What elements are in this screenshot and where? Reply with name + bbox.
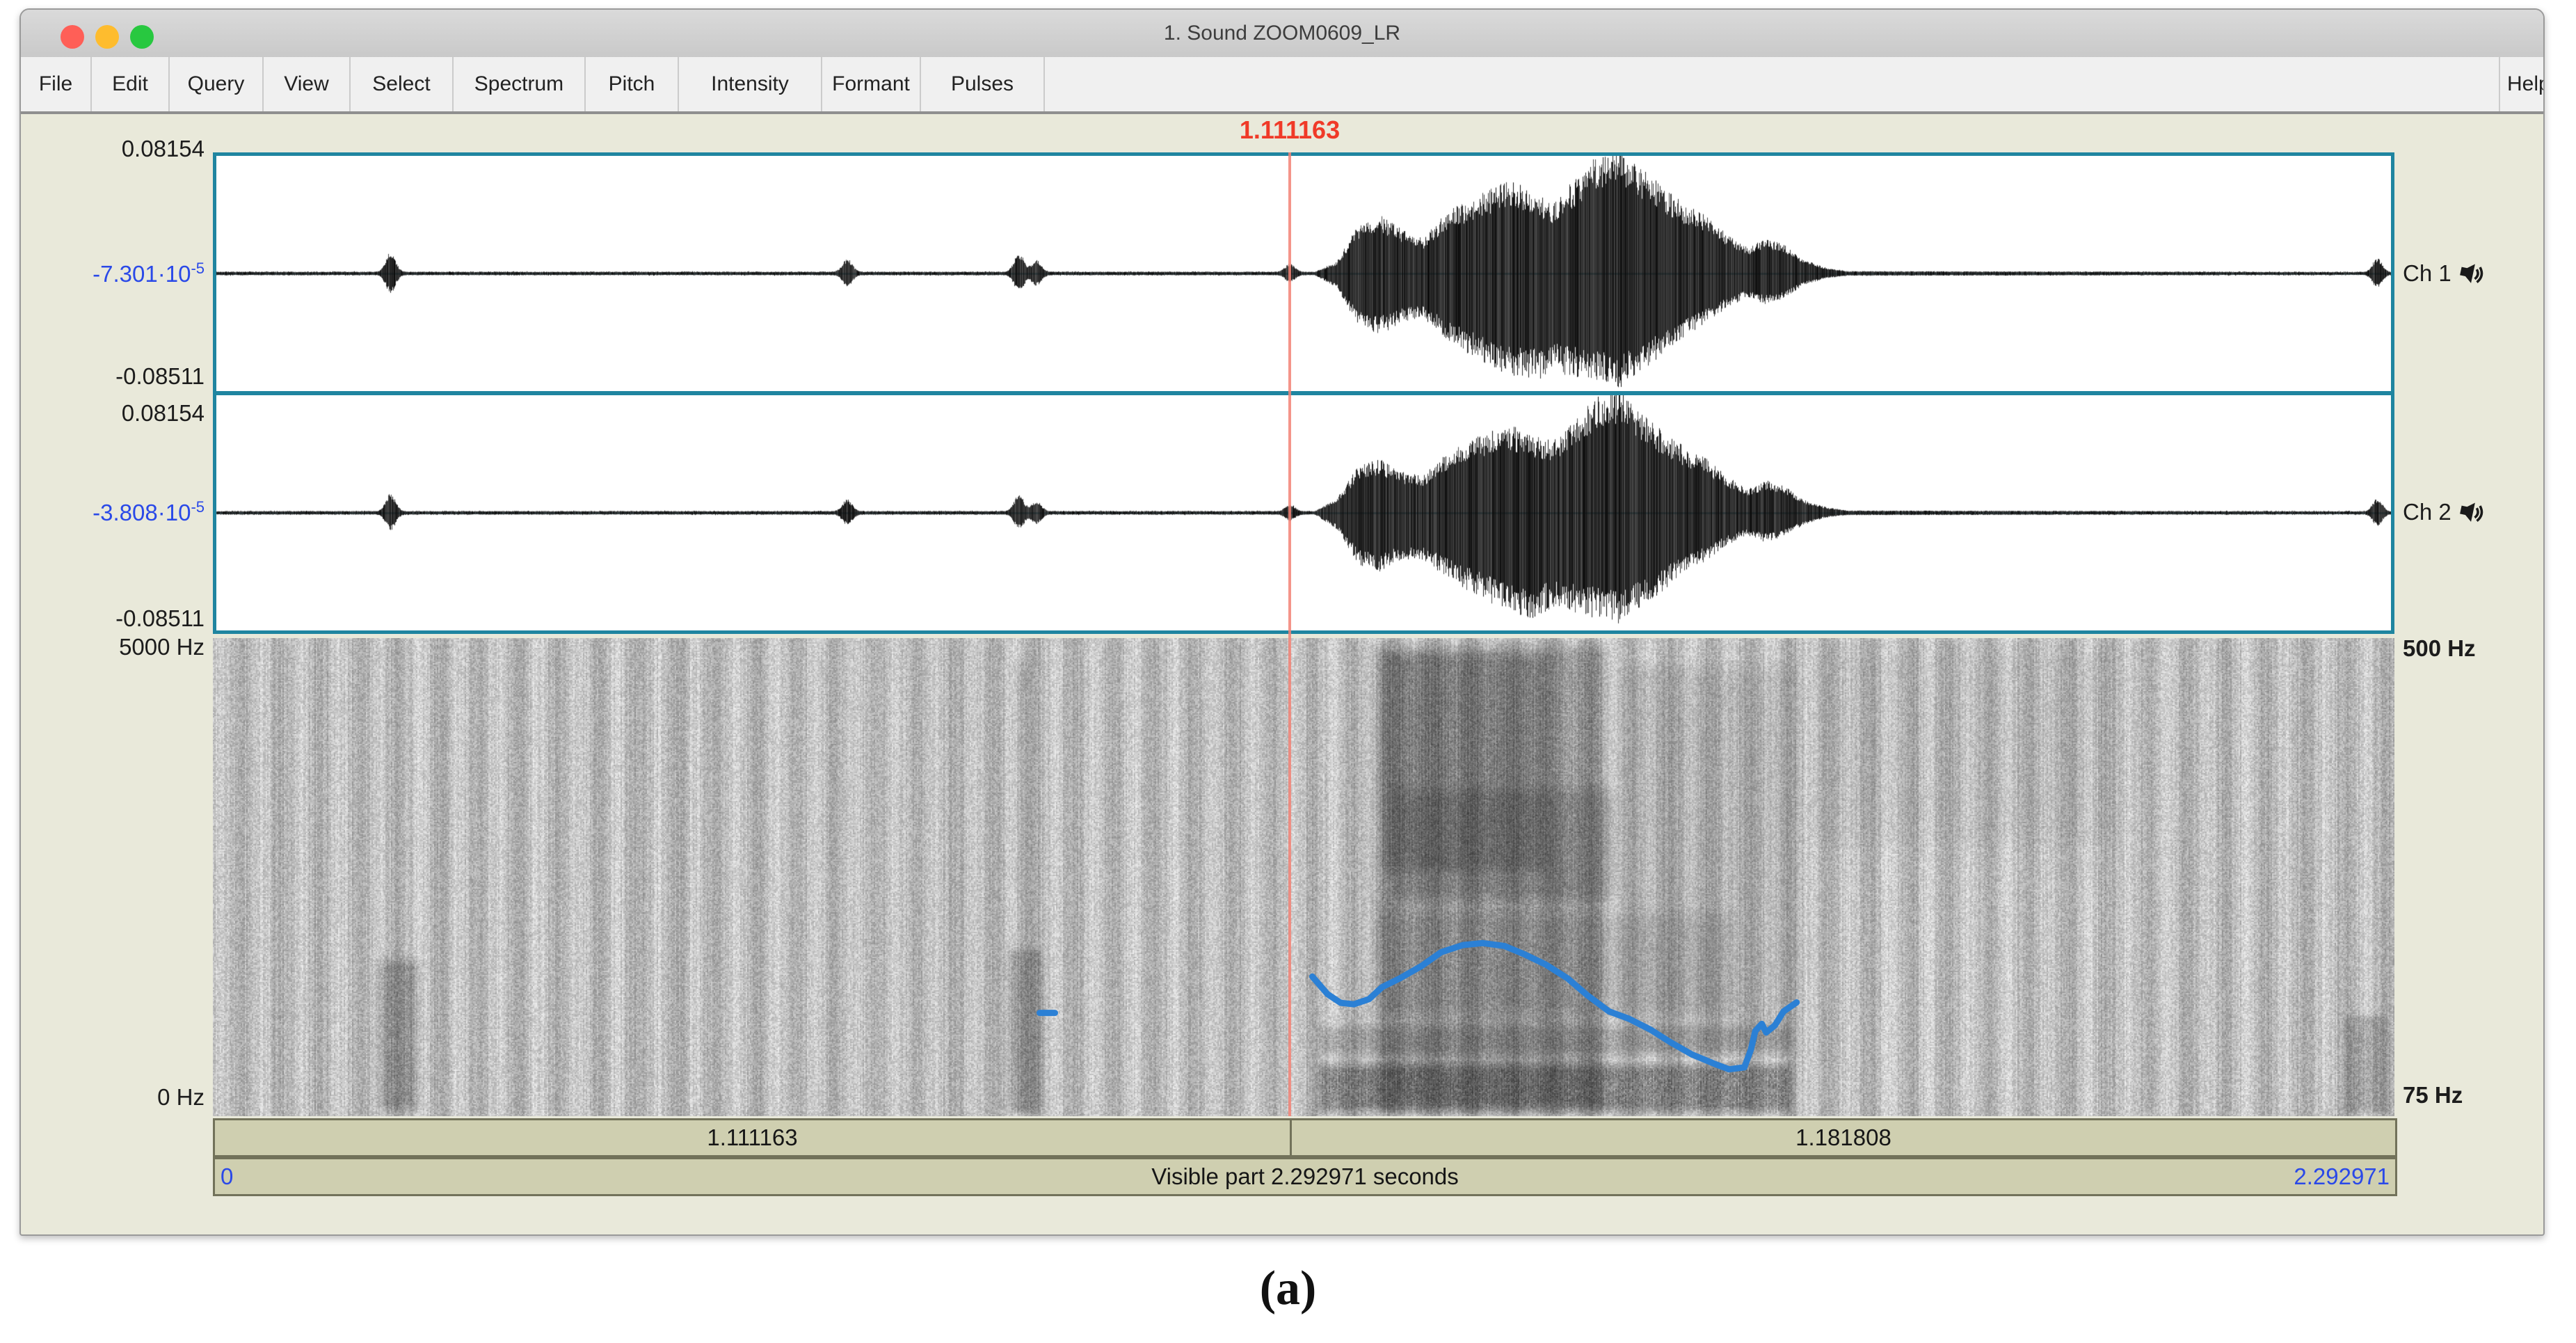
speaker-icon-ch1[interactable] <box>2458 261 2486 286</box>
menubar: FileEditQueryViewSelectSpectrumPitchInte… <box>21 57 2543 114</box>
menu-item-pitch[interactable]: Pitch <box>586 57 679 111</box>
figure-caption: (a) <box>0 1261 2576 1317</box>
total-duration-bar[interactable]: Total duration 2.292971 seconds <box>213 1235 2397 1236</box>
spectrogram-panel <box>213 638 2394 1116</box>
menu-item-formant[interactable]: Formant <box>822 57 921 111</box>
figure-page: 1. Sound ZOOM0609_LR FileEditQueryViewSe… <box>0 0 2576 1343</box>
freq-max-left-label: 5000 Hz <box>119 634 205 660</box>
menu-item-help[interactable]: Help <box>2499 57 2543 111</box>
channel-1-name: Ch 1 <box>2403 260 2451 287</box>
ch1-min-label: -0.08511 <box>115 363 205 390</box>
menu-item-spectrum[interactable]: Spectrum <box>454 57 586 111</box>
channel-1-waveform[interactable] <box>216 156 2391 391</box>
visible-part-label: Visible part 2.292971 seconds <box>215 1163 2395 1190</box>
menu-item-pulses[interactable]: Pulses <box>921 57 1045 111</box>
ch2-min-label: -0.08511 <box>115 605 205 632</box>
channel-2-panel <box>213 392 2394 634</box>
speaker-icon-ch2[interactable] <box>2458 500 2486 525</box>
menu-item-select[interactable]: Select <box>351 57 454 111</box>
cursor-time-label: 1.111163 <box>1240 116 1340 145</box>
timebar-right-segment[interactable]: 1.181808 <box>1292 1120 2395 1155</box>
channel-2-waveform[interactable] <box>216 395 2391 630</box>
pitch-contour <box>213 638 2394 1116</box>
menubar-spacer <box>1045 57 2499 111</box>
freq-min-left-label: 0 Hz <box>157 1084 205 1111</box>
channel-2-label: Ch 2 <box>2403 499 2486 525</box>
cursor-line <box>1288 152 1291 1116</box>
channel-1-label: Ch 1 <box>2403 260 2486 287</box>
visible-part-bar[interactable]: 0 Visible part 2.292971 seconds 2.292971 <box>213 1157 2397 1196</box>
ch2-max-label: 0.08154 <box>122 400 205 427</box>
timebar-left-duration: 1.111163 <box>707 1125 797 1151</box>
menu-item-view[interactable]: View <box>264 57 351 111</box>
channel-1-panel <box>213 152 2394 395</box>
channel-2-name: Ch 2 <box>2403 499 2451 525</box>
timebar-right-duration: 1.181808 <box>1795 1125 1891 1151</box>
timebar-left-segment[interactable]: 1.111163 <box>215 1120 1292 1155</box>
window-title: 1. Sound ZOOM0609_LR <box>21 10 2543 57</box>
freq-min-right-label: 75 Hz <box>2403 1082 2463 1108</box>
ch2-mid-label: -3.808·10-5 <box>93 498 205 526</box>
menu-item-file[interactable]: File <box>21 57 92 111</box>
ch1-max-label: 0.08154 <box>122 136 205 162</box>
freq-max-right-label: 500 Hz <box>2403 635 2476 662</box>
praat-sound-editor-window: 1. Sound ZOOM0609_LR FileEditQueryViewSe… <box>19 8 2545 1236</box>
menu-item-query[interactable]: Query <box>170 57 264 111</box>
ch1-mid-label: -7.301·10-5 <box>93 260 205 287</box>
titlebar: 1. Sound ZOOM0609_LR <box>21 10 2543 58</box>
menu-item-edit[interactable]: Edit <box>92 57 170 111</box>
menu-item-intensity[interactable]: Intensity <box>679 57 822 111</box>
cursor-split-timebar[interactable]: 1.111163 1.181808 <box>213 1118 2397 1157</box>
